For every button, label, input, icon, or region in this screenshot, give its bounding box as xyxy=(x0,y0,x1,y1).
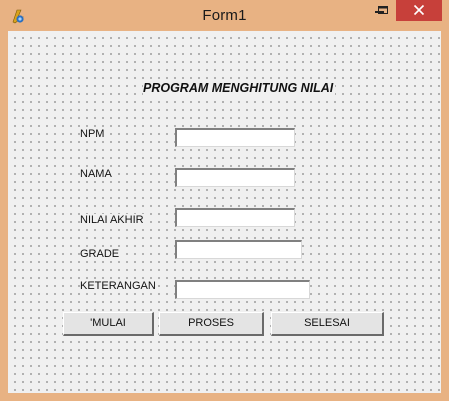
nilai-akhir-field[interactable] xyxy=(175,208,295,227)
nama-label: NAMA xyxy=(80,168,114,181)
nama-field[interactable] xyxy=(175,168,295,187)
maximize-button[interactable] xyxy=(370,0,395,21)
grade-label: GRADE xyxy=(80,248,122,261)
title-bar[interactable]: Form1 xyxy=(0,0,449,31)
keterangan-field[interactable] xyxy=(175,280,310,299)
proses-button[interactable]: PROSES xyxy=(159,312,264,336)
grade-field[interactable] xyxy=(175,240,302,259)
npm-label: NPM xyxy=(80,128,107,141)
close-icon xyxy=(413,4,425,16)
keterangan-label: KETERANGAN xyxy=(80,280,158,293)
form-heading: PROGRAM MENGHITUNG NILAI xyxy=(143,81,336,95)
npm-field[interactable] xyxy=(175,128,295,147)
form-window: Form1 PROGRAM MENGHITUNG NILAI NPM NAMA … xyxy=(0,0,449,401)
mulai-button[interactable]: 'MULAI xyxy=(63,312,154,336)
nilai-akhir-label: NILAI AKHIR xyxy=(80,214,146,227)
maximize-icon xyxy=(378,6,388,14)
close-button[interactable] xyxy=(396,0,442,21)
selesai-button[interactable]: SELESAI xyxy=(271,312,384,336)
